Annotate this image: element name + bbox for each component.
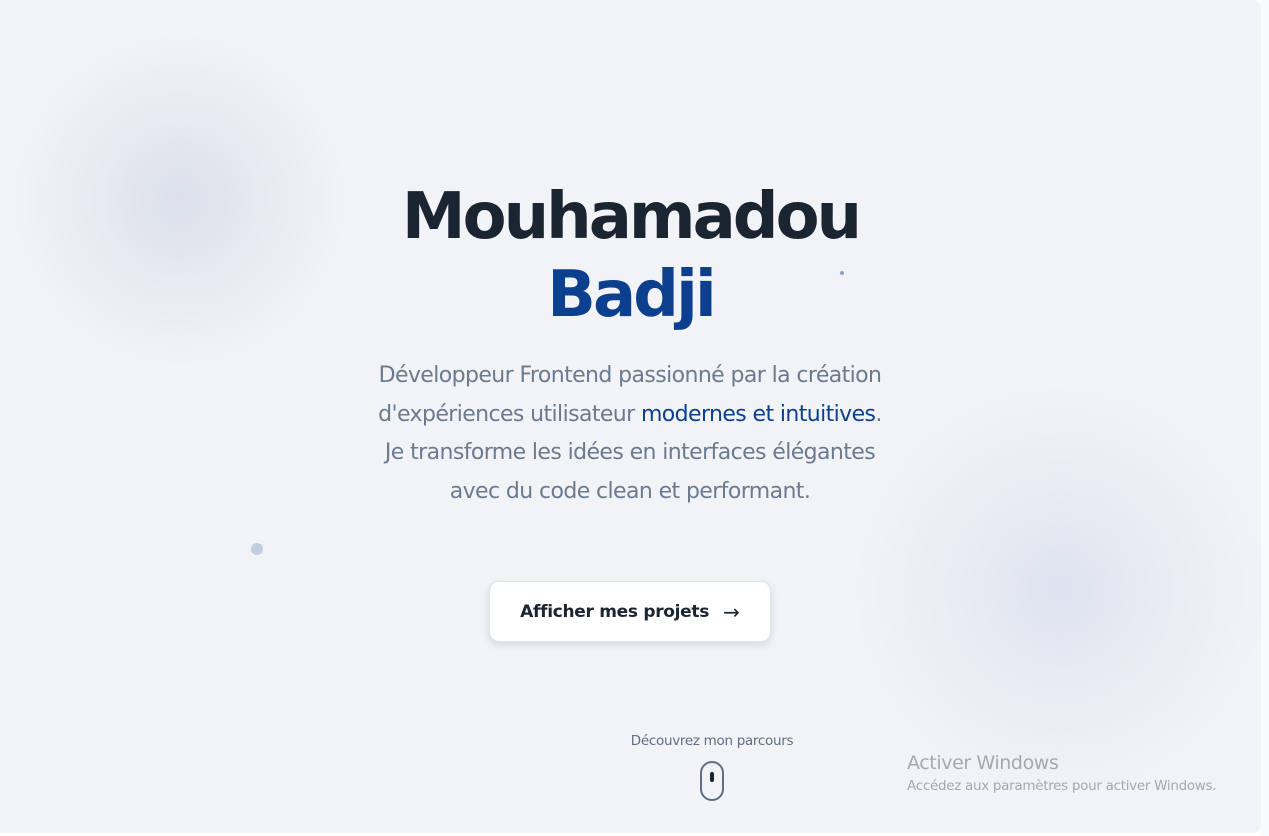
hero-last-name: Badji xyxy=(547,258,717,332)
hero-title: Mouhamadou Badji xyxy=(0,178,1261,334)
hero-first-name: Mouhamadou xyxy=(401,180,862,254)
arrow-right-icon: → xyxy=(723,599,740,624)
watermark-title: Activer Windows xyxy=(907,752,1059,774)
show-projects-button[interactable]: Afficher mes projets → xyxy=(489,581,771,642)
decorative-dot xyxy=(251,543,263,555)
window-edge xyxy=(1261,0,1269,836)
hero-description: Développeur Frontend passionné par la cr… xyxy=(370,357,890,511)
mouse-wheel xyxy=(710,772,714,782)
windows-activation-watermark: Activer Windows Accédez aux paramètres p… xyxy=(907,751,1247,797)
show-projects-label: Afficher mes projets xyxy=(520,601,710,622)
watermark-subtitle: Accédez aux paramètres pour activer Wind… xyxy=(907,778,1217,794)
scroll-hint-label: Découvrez mon parcours xyxy=(630,733,794,749)
description-highlight: modernes et intuitives xyxy=(640,401,876,427)
mouse-scroll-icon[interactable] xyxy=(700,761,724,801)
hero-section: Mouhamadou Badji Développeur Frontend pa… xyxy=(0,0,1261,833)
decorative-blob-right xyxy=(850,380,1261,800)
